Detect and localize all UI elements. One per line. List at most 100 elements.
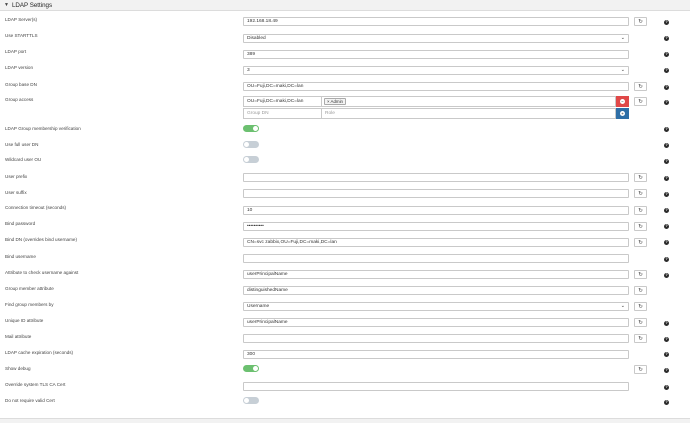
wildcard-user-ou-toggle[interactable] bbox=[243, 156, 259, 163]
toggle-knob bbox=[244, 157, 249, 162]
no-valid-cert-toggle[interactable] bbox=[243, 397, 259, 404]
find-group-members-select[interactable]: Username ⌄ bbox=[243, 302, 629, 311]
cache-expiration-input[interactable]: 300 bbox=[243, 350, 629, 359]
bind-username-input[interactable] bbox=[243, 254, 629, 263]
group-membership-toggle[interactable] bbox=[243, 125, 259, 132]
panel-header[interactable]: ▼ LDAP Settings bbox=[0, 0, 690, 11]
group-member-attribute-reset-button[interactable]: ↻ bbox=[634, 286, 647, 295]
full-user-dn-toggle[interactable] bbox=[243, 141, 259, 148]
sync-icon: ↻ bbox=[638, 366, 643, 373]
add-group-access-button[interactable]: + bbox=[616, 108, 629, 119]
question-circle-icon[interactable]: ? bbox=[664, 224, 669, 229]
question-circle-icon[interactable]: ? bbox=[664, 385, 669, 390]
new-group-dn-input[interactable]: Group DN bbox=[243, 108, 322, 119]
panel-footer bbox=[0, 418, 690, 423]
user-prefix-label: User prefix bbox=[5, 174, 28, 179]
group-access-role-input[interactable]: × Admin bbox=[321, 96, 616, 107]
user-prefix-reset-button[interactable]: ↻ bbox=[634, 173, 647, 182]
user-suffix-reset-button[interactable]: ↻ bbox=[634, 189, 647, 198]
unique-id-attribute-reset-button[interactable]: ↻ bbox=[634, 318, 647, 327]
full-user-dn-label: Use full user DN bbox=[5, 142, 39, 147]
show-debug-label: Show debug bbox=[5, 366, 31, 371]
use-starttls-select[interactable]: Disabled ⌄ bbox=[243, 34, 629, 43]
bind-password-label: Bind password bbox=[5, 221, 36, 226]
role-tag-admin[interactable]: × Admin bbox=[324, 98, 346, 105]
group-membership-label: LDAP Group membership verification bbox=[5, 126, 81, 131]
ldap-port-label: LDAP port bbox=[5, 49, 27, 54]
ldap-version-value: 3 bbox=[247, 68, 250, 73]
group-base-dn-reset-button[interactable]: ↻ bbox=[634, 82, 647, 91]
new-role-input[interactable]: Role bbox=[321, 108, 616, 119]
show-debug-reset-button[interactable]: ↻ bbox=[634, 365, 647, 374]
group-access-label: Group access bbox=[5, 97, 34, 102]
sync-icon: ↻ bbox=[638, 223, 643, 230]
use-starttls-label: Use STARTTLS bbox=[5, 33, 38, 38]
question-circle-icon[interactable]: ? bbox=[664, 36, 669, 41]
question-circle-icon[interactable]: ? bbox=[664, 321, 669, 326]
question-circle-icon[interactable]: ? bbox=[664, 240, 669, 245]
group-base-dn-input[interactable]: OU=Fuji,DC=maki,DC=lan bbox=[243, 82, 629, 91]
bind-password-reset-button[interactable]: ↻ bbox=[634, 222, 647, 231]
wildcard-user-ou-label: Wildcard user OU bbox=[5, 157, 42, 162]
question-circle-icon[interactable]: ? bbox=[664, 52, 669, 57]
chevron-down-icon[interactable]: ▼ bbox=[4, 2, 9, 8]
panel-title: LDAP Settings bbox=[11, 1, 53, 9]
sync-icon: ↻ bbox=[638, 303, 643, 310]
tls-ca-cert-input[interactable] bbox=[243, 382, 629, 391]
remove-group-access-button[interactable]: − bbox=[616, 96, 629, 107]
show-debug-toggle[interactable] bbox=[243, 365, 259, 372]
username-attribute-reset-button[interactable]: ↻ bbox=[634, 270, 647, 279]
question-circle-icon[interactable]: ? bbox=[664, 143, 669, 148]
question-circle-icon[interactable]: ? bbox=[664, 273, 669, 278]
toggle-knob bbox=[244, 398, 249, 403]
sync-icon: ↻ bbox=[638, 287, 643, 294]
question-circle-icon[interactable]: ? bbox=[664, 20, 669, 25]
question-circle-icon[interactable]: ? bbox=[664, 100, 669, 105]
mail-attribute-input[interactable] bbox=[243, 334, 629, 343]
user-prefix-input[interactable] bbox=[243, 173, 629, 182]
question-circle-icon[interactable]: ? bbox=[664, 176, 669, 181]
connection-timeout-input[interactable]: 10 bbox=[243, 206, 629, 215]
sync-icon: ↻ bbox=[638, 98, 643, 105]
username-attribute-input[interactable]: userPrincipalName bbox=[243, 270, 629, 279]
unique-id-attribute-label: Unique ID attribute bbox=[5, 318, 44, 323]
sync-icon: ↻ bbox=[638, 239, 643, 246]
question-circle-icon[interactable]: ? bbox=[664, 257, 669, 262]
question-circle-icon[interactable]: ? bbox=[664, 85, 669, 90]
sync-icon: ↻ bbox=[638, 335, 643, 342]
question-circle-icon[interactable]: ? bbox=[664, 208, 669, 213]
sync-icon: ↻ bbox=[638, 18, 643, 25]
ldap-version-select[interactable]: 3 ⌄ bbox=[243, 66, 629, 75]
question-circle-icon[interactable]: ? bbox=[664, 352, 669, 357]
chevron-down-icon: ⌄ bbox=[620, 35, 625, 41]
question-circle-icon[interactable]: ? bbox=[664, 337, 669, 342]
ldap-servers-reset-button[interactable]: ↻ bbox=[634, 17, 647, 26]
question-circle-icon[interactable]: ? bbox=[664, 400, 669, 405]
ldap-servers-input[interactable]: 192.168.18.49 bbox=[243, 17, 629, 26]
bind-dn-input[interactable]: CN=svc zabbix,OU=Fuji,DC=maki,DC=lan bbox=[243, 238, 629, 247]
plus-circle-icon: + bbox=[620, 111, 625, 116]
unique-id-attribute-input[interactable]: userPrincipalName bbox=[243, 318, 629, 327]
user-suffix-input[interactable] bbox=[243, 189, 629, 198]
find-group-members-label: Find group members by bbox=[5, 302, 54, 307]
bind-password-input[interactable]: •••••••••• bbox=[243, 222, 629, 231]
ldap-settings-panel: ▼ LDAP Settings LDAP Server(s) 192.168.1… bbox=[0, 0, 690, 423]
username-attribute-label: Attribute to check username against bbox=[5, 270, 79, 275]
ldap-version-label: LDAP version bbox=[5, 65, 34, 70]
group-access-reset-button[interactable]: ↻ bbox=[634, 97, 647, 106]
find-group-members-reset-button[interactable]: ↻ bbox=[634, 302, 647, 311]
question-circle-icon[interactable]: ? bbox=[664, 68, 669, 73]
mail-attribute-label: Mail attribute bbox=[5, 334, 32, 339]
group-member-attribute-label: Group member attribute bbox=[5, 286, 54, 291]
question-circle-icon[interactable]: ? bbox=[664, 368, 669, 373]
question-circle-icon[interactable]: ? bbox=[664, 127, 669, 132]
ldap-port-input[interactable]: 389 bbox=[243, 50, 629, 59]
bind-username-label: Bind username bbox=[5, 254, 36, 259]
bind-dn-reset-button[interactable]: ↻ bbox=[634, 238, 647, 247]
group-member-attribute-input[interactable]: distinguishedName bbox=[243, 286, 629, 295]
connection-timeout-reset-button[interactable]: ↻ bbox=[634, 206, 647, 215]
question-circle-icon[interactable]: ? bbox=[664, 159, 669, 164]
group-access-dn-input[interactable]: OU=Fuji,DC=maki,DC=lan bbox=[243, 96, 322, 107]
mail-attribute-reset-button[interactable]: ↻ bbox=[634, 334, 647, 343]
question-circle-icon[interactable]: ? bbox=[664, 192, 669, 197]
